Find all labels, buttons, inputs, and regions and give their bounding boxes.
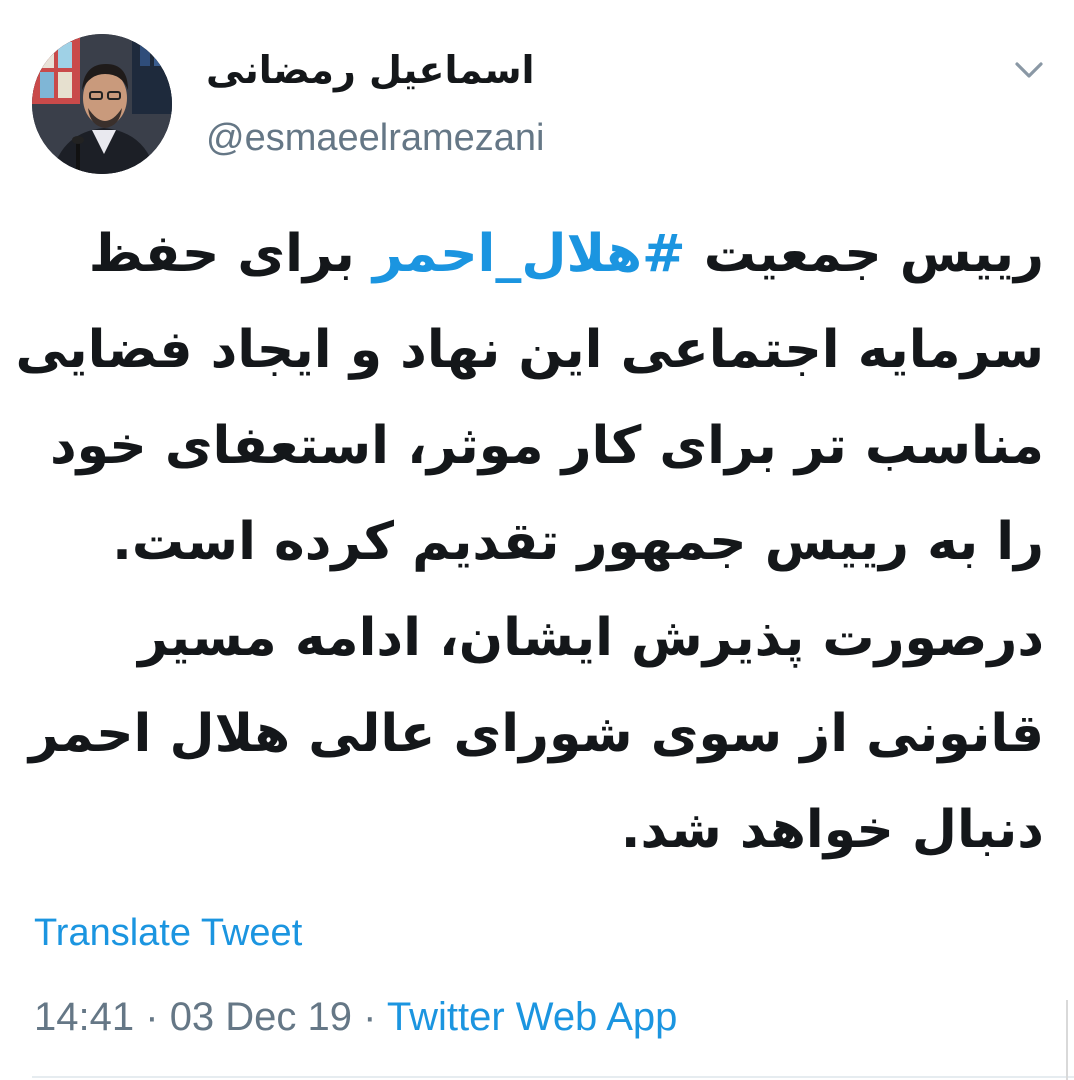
tweet-line: سرمایه اجتماعی این نهاد و ایجاد فضایی xyxy=(15,320,1044,380)
tweet-source-link[interactable]: Twitter Web App xyxy=(387,995,678,1039)
tweet-text: رییس جمعیت #هلال_احمر برای حفظ سرمایه اج… xyxy=(15,206,1044,878)
divider xyxy=(32,1076,1074,1078)
tweet-card: اسماعیل رمضانی @esmaeelramezani رییس جمع… xyxy=(0,0,1074,1080)
tweet-line: درصورت پذیرش ایشان، ادامه مسیر xyxy=(138,608,1044,668)
tweet-line: قانونی از سوی شورای عالی هلال احمر xyxy=(28,704,1044,764)
tweet-line: مناسب تر برای کار موثر، استعفای خود xyxy=(49,416,1044,476)
display-name[interactable]: اسماعیل رمضانی xyxy=(206,40,535,100)
user-handle[interactable]: @esmaeelramezani xyxy=(206,112,545,164)
tweet-line: دنبال خواهد شد. xyxy=(620,800,1044,860)
translate-tweet-link[interactable]: Translate Tweet xyxy=(34,906,302,960)
tweet-metadata: 14:41 · 03 Dec 19 · Twitter Web App xyxy=(34,988,677,1046)
separator-dot: · xyxy=(145,995,159,1039)
hashtag-link[interactable]: #هلال_احمر xyxy=(373,224,686,284)
tweet-text-segment: رییس جمعیت xyxy=(685,224,1044,284)
tweet-text-segment: برای حفظ xyxy=(88,224,373,284)
tweet-time[interactable]: 14:41 xyxy=(34,995,134,1039)
chevron-down-icon[interactable] xyxy=(1012,56,1046,84)
scroll-edge xyxy=(1066,1000,1068,1080)
avatar-photo xyxy=(32,34,172,174)
avatar[interactable] xyxy=(32,34,172,174)
tweet-line: رییس جمعیت #هلال_احمر برای حفظ xyxy=(44,206,1044,302)
tweet-line: را به رییس جمهور تقدیم کرده است. xyxy=(112,512,1044,572)
separator-dot: · xyxy=(363,995,377,1039)
tweet-date[interactable]: 03 Dec 19 xyxy=(170,995,352,1039)
